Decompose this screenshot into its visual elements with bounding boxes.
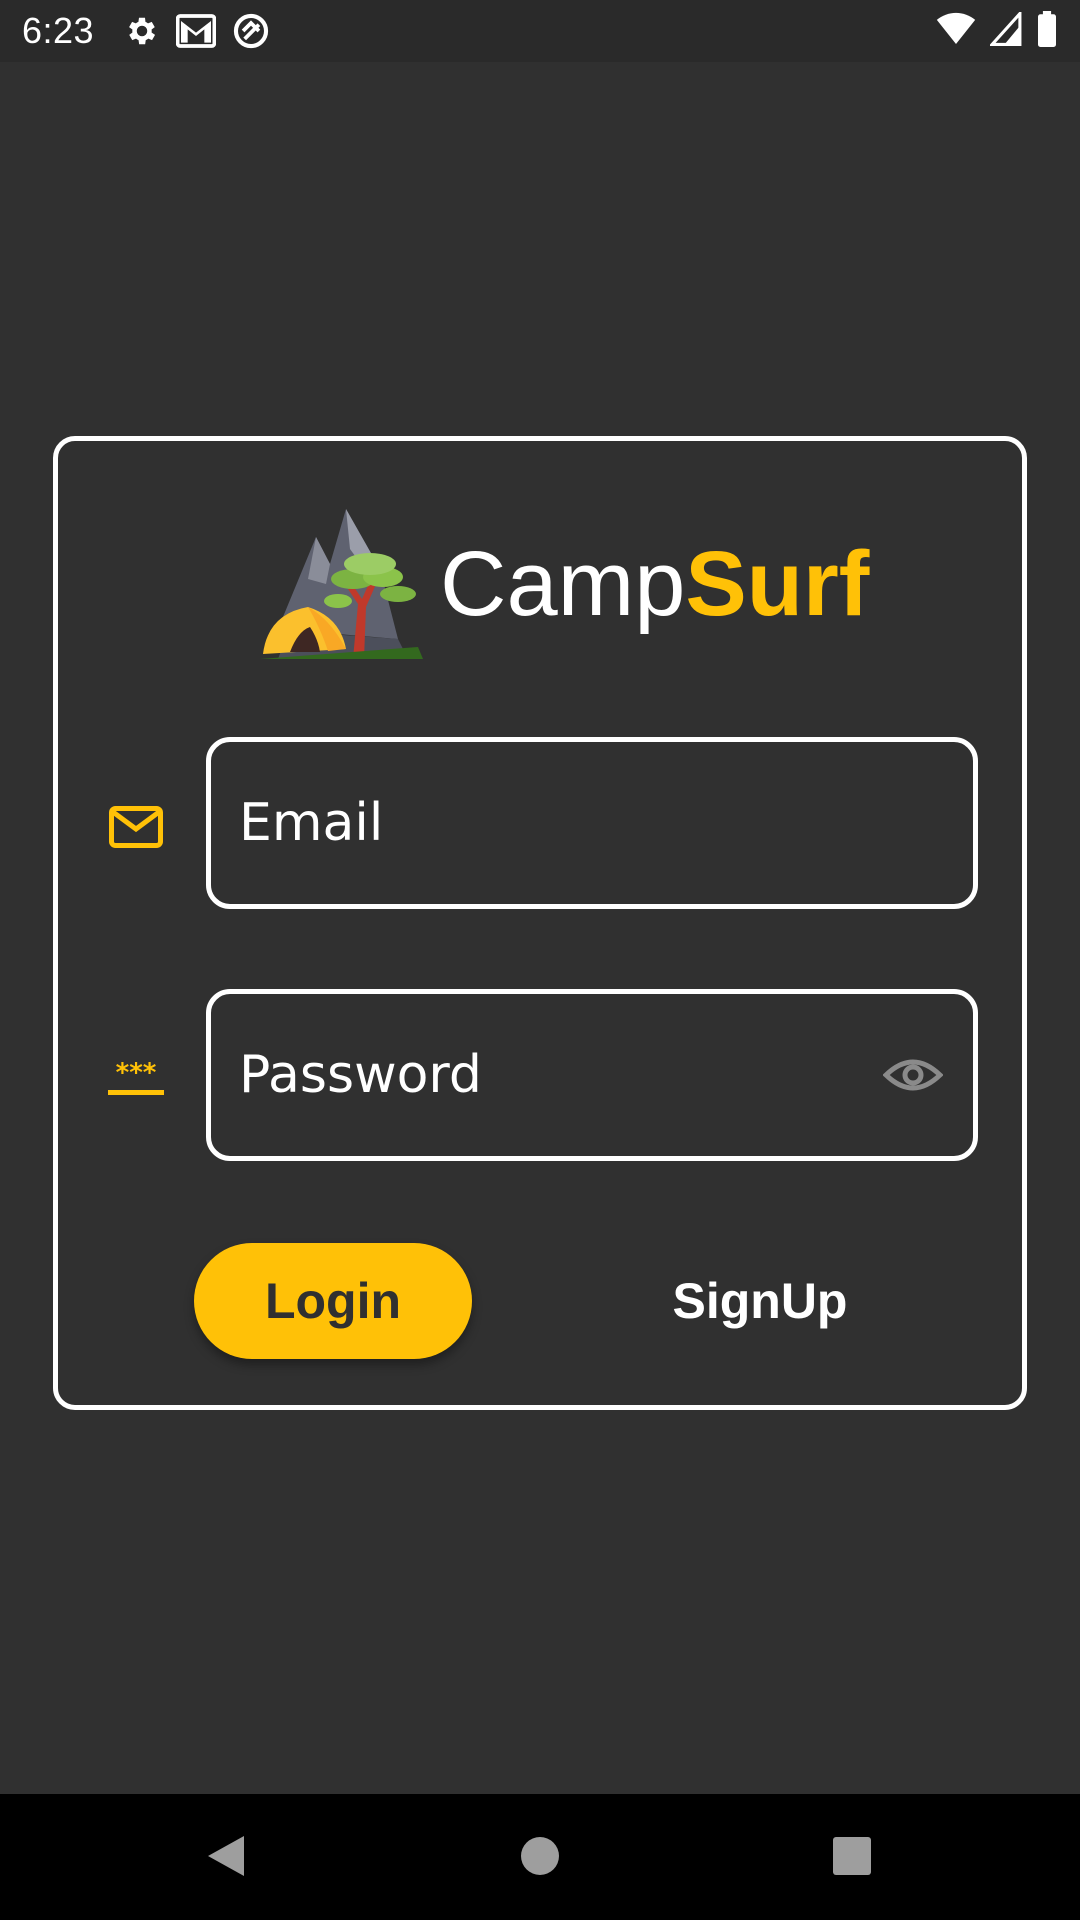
gmail-icon (176, 14, 217, 48)
login-button[interactable]: Login (194, 1243, 472, 1359)
status-time: 6:23 (22, 10, 95, 51)
back-icon[interactable] (204, 1832, 248, 1880)
campsite-logo-icon (260, 509, 423, 659)
wifi-icon (936, 12, 976, 51)
signal-icon (988, 9, 1022, 51)
email-input[interactable] (239, 793, 839, 853)
navigation-bar (0, 1794, 1080, 1920)
eye-icon[interactable] (881, 1051, 945, 1099)
svg-text:***: *** (116, 1059, 157, 1088)
app-title: CampSurf (440, 538, 869, 630)
password-field[interactable] (206, 989, 978, 1161)
mail-icon (106, 797, 166, 857)
settings-icon (124, 13, 160, 49)
brand-surf: Surf (685, 533, 870, 635)
status-bar: 6:23 (0, 0, 1080, 62)
signup-button[interactable]: SignUp (650, 1243, 870, 1359)
home-icon[interactable] (518, 1832, 562, 1880)
app-icon (232, 12, 270, 50)
password-input[interactable] (239, 1045, 839, 1105)
password-icon: *** (106, 1049, 166, 1109)
brand-camp: Camp (440, 533, 686, 635)
recents-icon[interactable] (830, 1832, 874, 1880)
app-logo: CampSurf (258, 509, 869, 659)
email-field[interactable] (206, 737, 978, 909)
battery-icon (1036, 10, 1058, 52)
login-card: CampSurf *** Login SignUp (53, 436, 1027, 1410)
